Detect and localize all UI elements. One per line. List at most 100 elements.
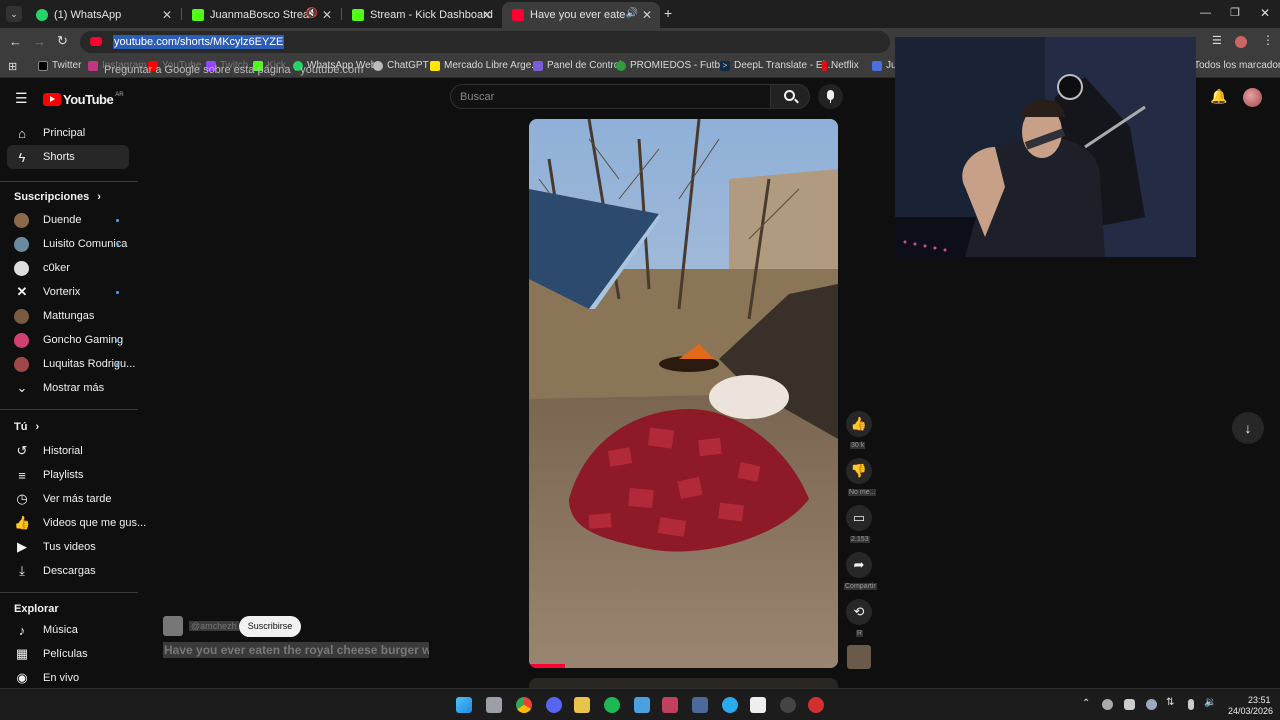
hamburger-menu-icon[interactable]: ☰ <box>15 90 28 107</box>
maximize-button[interactable]: ❐ <box>1230 6 1240 19</box>
menu-icon[interactable]: ⋮ <box>1262 33 1274 47</box>
site-info-icon[interactable] <box>90 37 102 46</box>
network-icon[interactable]: ⇅ <box>1166 697 1174 708</box>
forward-icon[interactable]: → <box>33 34 46 49</box>
telegram-icon[interactable] <box>722 697 738 713</box>
close-icon[interactable]: ✕ <box>162 8 172 22</box>
tab-kick-stream[interactable]: JuanmaBosco Stream - Wat 🔇 ✕ <box>182 2 340 28</box>
mic-tray-icon[interactable] <box>1188 699 1194 710</box>
notepad-icon[interactable] <box>634 697 650 713</box>
sidebar-item-historial[interactable]: ↺ Historial <box>14 439 83 463</box>
discord-icon[interactable] <box>546 697 562 713</box>
reading-list-icon[interactable]: ☰ <box>1212 34 1222 47</box>
you-header[interactable]: Tú › <box>14 421 39 433</box>
bookmark-promiedos[interactable]: PROMIEDOS - Futb... <box>616 60 728 71</box>
subscription-mattungas[interactable]: Mattungas <box>14 304 94 328</box>
close-icon[interactable]: ✕ <box>322 8 332 22</box>
like-button[interactable]: 👍 <box>846 411 872 437</box>
share-button[interactable]: ➦ <box>846 552 872 578</box>
task-view-icon[interactable] <box>486 697 502 713</box>
sidebar-item-shorts[interactable]: ϟ Shorts <box>14 145 75 169</box>
avatar <box>14 356 29 372</box>
url-text[interactable]: youtube.com/shorts/MKcylz6EYZE <box>113 35 285 49</box>
search-button[interactable] <box>770 84 810 109</box>
subscribe-button[interactable]: Suscribirse <box>239 616 301 637</box>
avatar <box>14 236 29 252</box>
download-icon: ⤓ <box>19 563 25 578</box>
close-window-button[interactable]: ✕ <box>1260 6 1270 20</box>
file-explorer-icon[interactable] <box>574 697 590 713</box>
next-video-button[interactable]: ↓ <box>1232 412 1264 444</box>
calculator-icon[interactable] <box>692 697 708 713</box>
sidebar-item-liked[interactable]: 👍 Videos que me gus... <box>14 511 146 535</box>
channel-name[interactable]: @amchezh <box>189 621 239 631</box>
bookmark-deepl[interactable]: > DeepL Translate - El... <box>720 60 833 71</box>
muted-icon[interactable]: 🔇 <box>306 8 318 19</box>
snipping-icon[interactable] <box>662 697 678 713</box>
capcut-icon[interactable] <box>750 697 766 713</box>
back-icon[interactable]: ← <box>9 34 22 49</box>
dislike-button[interactable]: 👎 <box>846 458 872 484</box>
profile-avatar[interactable] <box>1235 36 1247 48</box>
sidebar-item-principal[interactable]: ⌂ Principal <box>14 121 85 145</box>
all-bookmarks[interactable]: Todos los marcadores <box>1194 60 1280 71</box>
comments-button[interactable]: ▭ <box>846 505 872 531</box>
remix-button[interactable]: ⟲ <box>846 599 872 625</box>
sidebar-item-your-videos[interactable]: ▶ Tus videos <box>14 535 96 559</box>
subscription-luisito[interactable]: Luisito Comunica <box>14 232 127 256</box>
subscription-goncho[interactable]: Goncho Gaming <box>14 328 123 352</box>
sidebar-item-watch-later[interactable]: ◷ Ver más tarde <box>14 487 111 511</box>
sound-thumbnail[interactable] <box>847 645 871 669</box>
tab-search-button[interactable]: ⌄ <box>6 6 22 22</box>
tray-icon[interactable] <box>1102 699 1113 710</box>
bookmark-twitter[interactable]: Twitter <box>38 60 81 71</box>
subscription-c0ker[interactable]: c0ker <box>14 256 70 280</box>
sidebar-item-movies[interactable]: ▦ Películas <box>14 642 88 666</box>
tab-kick-dashboard[interactable]: Stream - Kick Dashboard ✕ <box>342 2 500 28</box>
like-count: 30 k <box>850 442 866 449</box>
bookmark-icon <box>872 60 882 71</box>
address-bar[interactable]: youtube.com/shorts/MKcylz6EYZE <box>80 31 890 53</box>
tab-whatsapp[interactable]: (1) WhatsApp ✕ <box>26 2 180 28</box>
account-avatar[interactable] <box>1243 88 1262 107</box>
discord-tray-icon[interactable] <box>1124 699 1135 710</box>
bookmark-netflix[interactable]: Netflix <box>822 60 859 71</box>
sidebar-item-playlists[interactable]: ≡ Playlists <box>14 463 83 487</box>
clock-time[interactable]: 23:51 <box>1248 695 1271 705</box>
sidebar-item-music[interactable]: ♪ Música <box>14 618 78 642</box>
start-icon[interactable] <box>456 697 472 713</box>
bookmark-panel[interactable]: Panel de Control <box>533 60 622 71</box>
voice-search-button[interactable] <box>818 84 843 109</box>
minimize-button[interactable]: — <box>1200 7 1211 19</box>
new-tab-button[interactable]: + <box>664 5 672 21</box>
close-icon[interactable]: ✕ <box>482 8 492 22</box>
spotify-icon[interactable] <box>604 697 620 713</box>
subscriptions-header[interactable]: Suscripciones › <box>14 191 101 203</box>
tray-chevron-icon[interactable]: ⌃ <box>1082 698 1090 709</box>
app-icon[interactable] <box>808 697 824 713</box>
apps-icon[interactable]: ⊞ <box>8 60 17 73</box>
notifications-icon[interactable]: 🔔 <box>1210 88 1227 105</box>
steam-tray-icon[interactable] <box>1146 699 1157 710</box>
search-input[interactable]: Buscar <box>450 84 771 109</box>
bookmark-mercadolibre[interactable]: Mercado Libre Arge... <box>430 60 540 71</box>
show-more-button[interactable]: ⌄ Mostrar más <box>14 376 105 400</box>
channel-avatar[interactable] <box>163 616 183 636</box>
subscription-vorterix[interactable]: ✕ Vorterix <box>14 280 81 304</box>
close-icon[interactable]: ✕ <box>642 8 652 22</box>
obs-icon[interactable] <box>780 697 796 713</box>
omnibox-suggestion[interactable]: Preguntar a Google sobre esta página · y… <box>104 64 363 76</box>
clock-date[interactable]: 24/03/2026 <box>1228 706 1273 716</box>
sidebar-item-downloads[interactable]: ⤓ Descargas <box>14 559 95 583</box>
audio-icon[interactable]: 🔊 <box>626 8 638 19</box>
tab-youtube-short[interactable]: Have you ever eaten the ro 🔊 ✕ <box>502 2 660 28</box>
short-title[interactable]: Have you ever eaten the royal cheese bur… <box>163 642 429 658</box>
sidebar-item-live[interactable]: ◉ En vivo <box>14 666 79 690</box>
subscription-duende[interactable]: Duende <box>14 208 82 232</box>
youtube-logo[interactable]: YouTube AR <box>43 92 124 107</box>
volume-icon[interactable]: 🔉 <box>1204 697 1216 708</box>
short-video-player[interactable] <box>529 119 838 668</box>
reload-icon[interactable]: ↻ <box>57 33 68 49</box>
chrome-icon[interactable] <box>516 697 532 713</box>
bookmark-chatgpt[interactable]: ChatGPT <box>373 60 429 71</box>
